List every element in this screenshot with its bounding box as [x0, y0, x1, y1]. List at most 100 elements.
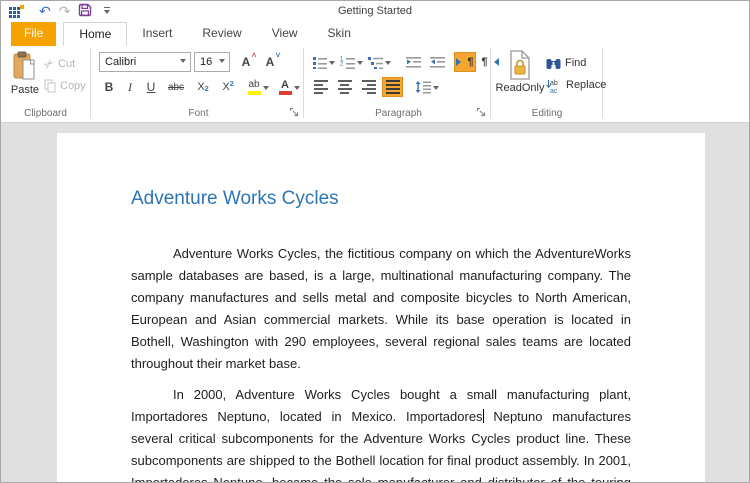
bullets-icon [312, 55, 327, 69]
group-font: Calibri 16 A ˄ A ˅ B I U [94, 46, 303, 122]
chevron-down-icon[interactable] [433, 86, 439, 93]
font-name-value: Calibri [105, 56, 136, 68]
highlight-color-button[interactable]: ab [244, 77, 272, 97]
ribbon-tab-row: File Home Insert Review View Skin [1, 22, 749, 46]
italic-icon: I [128, 80, 132, 95]
chevron-down-icon[interactable] [385, 61, 391, 68]
pilcrow-icon: ¶ [481, 56, 487, 68]
group-clipboard: Paste ✂ Cut Copy Clipboard [1, 46, 90, 122]
align-justify-icon [386, 78, 400, 96]
numbering-icon: 1 2 [340, 55, 355, 69]
document-page[interactable]: Adventure Works Cycles Adventure Works C… [57, 133, 705, 482]
increase-indent-icon [430, 56, 445, 69]
font-color-icon: A [279, 80, 292, 95]
bold-button[interactable]: B [100, 77, 118, 97]
line-spacing-icon [415, 80, 431, 94]
title-bar: ↶ ↷ Getting Started [1, 1, 749, 22]
find-binoculars-icon [546, 57, 561, 70]
chevron-down-icon[interactable] [215, 53, 229, 71]
font-size-value: 16 [200, 56, 212, 68]
grow-font-button[interactable]: A ˄ [236, 52, 256, 72]
copy-label: Copy [60, 80, 86, 92]
tab-insert[interactable]: Insert [127, 22, 187, 46]
document-area: Adventure Works Cycles Adventure Works C… [1, 123, 749, 482]
line-spacing-button[interactable] [413, 77, 441, 97]
underline-button[interactable]: U [142, 77, 160, 97]
readonly-button[interactable]: ReadOnly [496, 50, 544, 94]
paste-icon [12, 50, 39, 82]
align-left-button[interactable] [310, 77, 331, 97]
font-name-combobox[interactable]: Calibri [99, 52, 191, 72]
align-center-icon [338, 78, 352, 96]
group-editing: ReadOnly Find ab ac Replace Edit [492, 46, 602, 122]
cut-label: Cut [58, 58, 75, 70]
readonly-label: ReadOnly [496, 82, 545, 94]
svg-text:ac: ac [550, 88, 558, 93]
shrink-font-button[interactable]: A ˅ [260, 52, 280, 72]
align-center-button[interactable] [334, 77, 355, 97]
ribbon: Paste ✂ Cut Copy Clipboard Calibri [1, 46, 749, 123]
increase-indent-button[interactable] [427, 52, 448, 72]
find-label: Find [565, 57, 586, 69]
chevron-down-icon[interactable] [176, 53, 190, 71]
font-color-button[interactable]: A [275, 77, 303, 97]
italic-button[interactable]: I [121, 77, 139, 97]
subscript-icon: X2 [197, 81, 208, 93]
subscript-button[interactable]: X2 [192, 77, 214, 97]
bullets-button[interactable] [310, 52, 336, 72]
multilevel-list-icon [368, 55, 383, 69]
tab-skin[interactable]: Skin [313, 22, 366, 46]
superscript-button[interactable]: X2 [217, 77, 239, 97]
chevron-down-icon[interactable] [357, 61, 363, 68]
tab-home[interactable]: Home [63, 22, 127, 46]
highlight-color-icon: ab [248, 80, 261, 95]
numbering-button[interactable]: 1 2 [338, 52, 364, 72]
align-justify-button[interactable] [382, 77, 403, 97]
decrease-indent-icon [406, 56, 421, 69]
chevron-down-icon[interactable] [263, 86, 269, 93]
group-label-editing: Editing [492, 108, 602, 119]
underline-icon: U [147, 80, 156, 94]
document-content: Adventure Works Cycles Adventure Works C… [57, 133, 705, 482]
paste-label: Paste [11, 84, 39, 96]
svg-text:2: 2 [340, 62, 344, 68]
ltr-arrow-icon [456, 58, 465, 66]
font-size-combobox[interactable]: 16 [194, 52, 230, 72]
superscript-icon: X2 [222, 81, 233, 93]
cut-button[interactable]: ✂ Cut [44, 54, 75, 74]
bold-icon: B [105, 80, 114, 94]
group-label-clipboard: Clipboard [1, 108, 90, 119]
shrink-font-icon: A ˅ [266, 55, 275, 69]
tab-file[interactable]: File [11, 22, 56, 46]
align-right-button[interactable] [358, 77, 379, 97]
paragraph-1[interactable]: Adventure Works Cycles, the fictitious c… [131, 243, 631, 375]
copy-button[interactable]: Copy [44, 76, 86, 96]
multilevel-list-button[interactable] [366, 52, 392, 72]
tab-view[interactable]: View [257, 22, 313, 46]
replace-label: Replace [566, 79, 606, 91]
left-to-right-button[interactable]: ¶ [454, 52, 476, 72]
chevron-down-icon[interactable] [294, 86, 300, 93]
decrease-indent-button[interactable] [403, 52, 424, 72]
paste-button[interactable]: Paste [6, 50, 44, 96]
readonly-lock-icon [508, 50, 532, 80]
group-label-font: Font [94, 108, 303, 119]
document-heading[interactable]: Adventure Works Cycles [131, 188, 631, 210]
replace-ab-ac-icon: ab ac [546, 78, 562, 93]
find-button[interactable]: Find [546, 53, 586, 73]
strikethrough-button[interactable]: abc [163, 77, 189, 97]
pilcrow-icon: ¶ [467, 56, 473, 68]
svg-text:ab: ab [550, 80, 558, 87]
tab-review[interactable]: Review [187, 22, 256, 46]
chevron-down-icon[interactable] [329, 61, 335, 68]
group-paragraph: 1 2 [307, 46, 490, 122]
paragraph-2[interactable]: In 2000, Adventure Works Cycles bought a… [131, 384, 631, 482]
grow-font-icon: A ˄ [242, 55, 251, 69]
window-title: Getting Started [1, 5, 749, 17]
align-left-icon [314, 78, 328, 96]
group-label-paragraph: Paragraph [307, 108, 490, 119]
cut-scissors-icon: ✂ [41, 55, 58, 72]
replace-button[interactable]: ab ac Replace [546, 75, 606, 95]
strikethrough-icon: abc [168, 82, 184, 93]
align-right-icon [362, 78, 376, 96]
